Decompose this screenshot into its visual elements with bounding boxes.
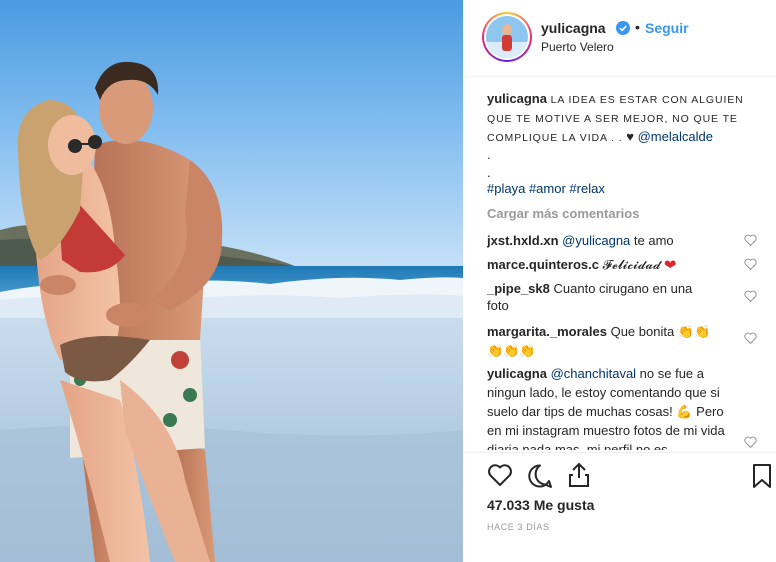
post-actions: 47.033 Me gusta HACE 3 DÍAS <box>463 452 776 562</box>
avatar[interactable] <box>486 16 528 58</box>
caption-mention[interactable]: @melalcalde <box>638 129 713 144</box>
comment-item: margarita._morales Que bonita 👏👏👏👏👏 <box>487 322 723 360</box>
comment-username[interactable]: margarita._morales <box>487 324 607 339</box>
caption-dot: . <box>487 147 491 162</box>
likes-count[interactable]: 47.033 Me gusta <box>487 497 594 513</box>
comment-icon[interactable] <box>527 463 553 489</box>
comment-item: jxst.hxld.xn @yulicagna te amo <box>487 232 745 249</box>
story-ring[interactable] <box>482 12 532 62</box>
caption-dot: . <box>487 165 491 180</box>
comment-like-heart-icon[interactable] <box>744 258 757 270</box>
header-username[interactable]: yulicagna <box>541 20 606 36</box>
caption-heart: ♥ <box>626 129 634 144</box>
comment-like-heart-icon[interactable] <box>744 436 757 448</box>
post-side-panel: yulicagna • Seguir Puerto Velero yulicag… <box>463 0 776 562</box>
comment-username[interactable]: marce.quinteros.c <box>487 257 599 272</box>
caption: yulicagna LA IDEA ES ESTAR CON ALGUIEN Q… <box>487 90 749 147</box>
hashtag-link[interactable]: #amor <box>529 181 566 196</box>
comment-like-heart-icon[interactable] <box>744 290 757 302</box>
comment-mention[interactable]: @yulicagna <box>562 233 630 248</box>
heart-outline-icon[interactable] <box>487 463 513 487</box>
muscle-emoji: 💪 <box>676 404 693 419</box>
comments-list: yulicagna LA IDEA ES ESTAR CON ALGUIEN Q… <box>487 90 767 450</box>
hashtag-link[interactable]: #relax <box>569 181 604 196</box>
hashtag-link[interactable]: #playa <box>487 181 525 196</box>
load-more-comments-button[interactable]: Cargar más comentarios <box>487 206 639 221</box>
comment-text: 𝓕𝓮𝓵𝓲𝓬𝓲𝓭𝓪𝓭 <box>602 257 661 272</box>
comment-username[interactable]: _pipe_sk8 <box>487 281 550 296</box>
caption-hashtags: #playa #amor #relax <box>487 180 745 197</box>
verified-badge-icon <box>616 21 630 35</box>
share-icon[interactable] <box>567 462 591 488</box>
comment-username[interactable]: yulicagna <box>487 366 547 381</box>
follow-button[interactable]: Seguir <box>645 20 689 36</box>
red-heart-emoji: ❤ <box>664 257 677 272</box>
bookmark-icon[interactable] <box>752 463 772 489</box>
comment-item: marce.quinteros.c 𝓕𝓮𝓵𝓲𝓬𝓲𝓭𝓪𝓭 ❤ <box>487 256 745 273</box>
comment-like-heart-icon[interactable] <box>744 234 757 246</box>
post-timestamp: HACE 3 DÍAS <box>487 522 550 532</box>
comment-item: _pipe_sk8 Cuanto cirugano en una foto <box>487 280 709 314</box>
caption-username[interactable]: yulicagna <box>487 91 547 106</box>
comment-like-heart-icon[interactable] <box>744 332 757 344</box>
comment-item: yulicagna @chanchitaval no se fue a ning… <box>487 364 735 450</box>
location-link[interactable]: Puerto Velero <box>541 40 614 54</box>
comment-text: Que bonita <box>610 324 675 339</box>
post-photo[interactable] <box>0 0 463 562</box>
comment-mention[interactable]: @chanchitaval <box>551 366 636 381</box>
header-separator: • <box>635 19 640 35</box>
comment-text: te amo <box>630 233 674 248</box>
comment-username[interactable]: jxst.hxld.xn <box>487 233 559 248</box>
beach-couple-photo <box>0 0 463 562</box>
post-header: yulicagna • Seguir Puerto Velero <box>463 0 776 77</box>
instagram-post: yulicagna • Seguir Puerto Velero yulicag… <box>0 0 776 562</box>
